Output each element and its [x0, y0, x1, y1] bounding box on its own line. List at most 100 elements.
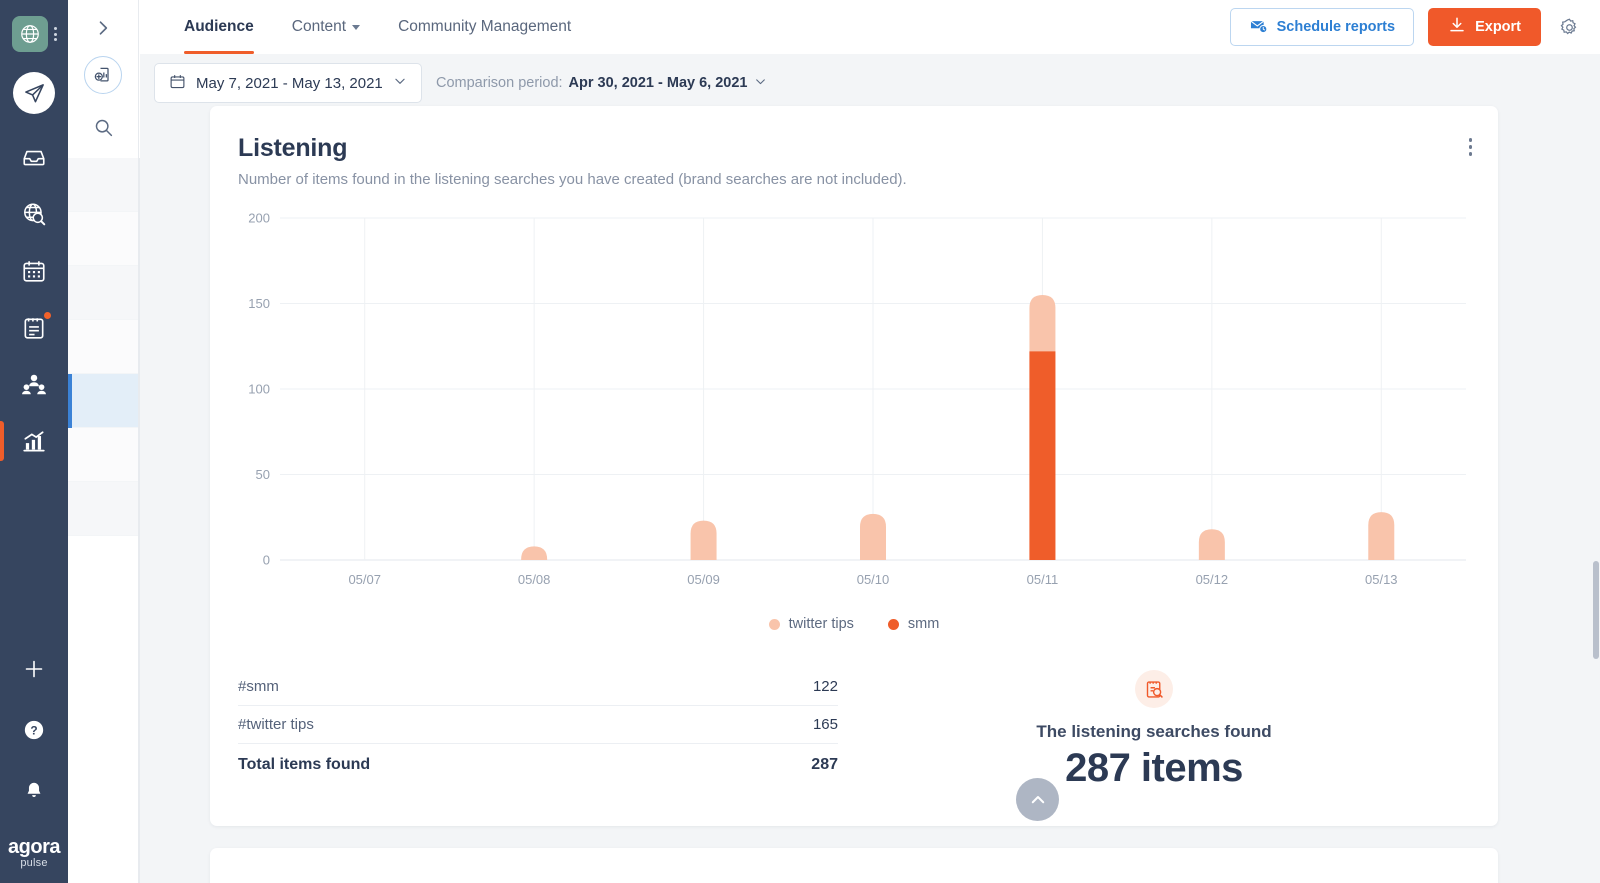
next-card-peek	[210, 848, 1498, 883]
secondary-panel	[68, 0, 139, 883]
summary-panel: The listening searches found 287 items	[838, 668, 1470, 791]
sidebar-item-reports[interactable]	[0, 413, 68, 470]
table-row-label: #twitter tips	[238, 716, 314, 733]
report-add-icon[interactable]	[84, 56, 122, 94]
rail-top	[11, 0, 57, 114]
summary-label: The listening searches found	[1036, 722, 1272, 741]
svg-text:05/09: 05/09	[687, 572, 720, 587]
top-navigation-bar: Audience Content Community Management Sc…	[140, 0, 1600, 54]
search-icon[interactable]	[68, 102, 138, 152]
svg-text:05/07: 05/07	[348, 572, 381, 587]
left-rail: ? agora pulse	[0, 0, 68, 883]
svg-text:150: 150	[248, 296, 270, 311]
total-label: Total items found	[238, 756, 371, 773]
date-range-value: May 7, 2021 - May 13, 2021	[196, 74, 383, 92]
calendar-icon	[169, 73, 186, 94]
tab-audience[interactable]: Audience	[184, 0, 254, 54]
sidebar-item-tasks[interactable]	[0, 299, 68, 356]
table-row-total: Total items found 287	[238, 744, 838, 786]
app-root: ? agora pulse Audience Content Community…	[0, 0, 1600, 883]
card-footer: #smm 122 #twitter tips 165 Total items f…	[210, 632, 1498, 791]
table-row-value: 165	[812, 716, 838, 733]
date-range-picker[interactable]: May 7, 2021 - May 13, 2021	[154, 63, 422, 103]
table-row: #smm 122	[238, 668, 838, 706]
total-value: 287	[811, 756, 838, 773]
legend-label: smm	[907, 616, 940, 632]
chart-legend: twitter tips smm	[210, 616, 1498, 632]
rail-more-icon[interactable]	[53, 27, 57, 41]
tab-community-management-label: Community Management	[398, 18, 572, 35]
add-icon[interactable]	[0, 640, 68, 697]
bell-icon[interactable]	[0, 762, 68, 819]
tab-audience-label: Audience	[184, 18, 254, 35]
card-subtitle: Number of items found in the listening s…	[238, 171, 907, 188]
listening-search-icon	[1135, 670, 1173, 708]
globe-network-icon[interactable]	[11, 16, 48, 52]
more-vertical-icon[interactable]	[1465, 134, 1477, 160]
list-item[interactable]	[68, 212, 138, 266]
page-title: Listening	[238, 134, 348, 162]
nav-tabs: Audience Content Community Management	[184, 0, 571, 54]
svg-text:05/13: 05/13	[1365, 572, 1398, 587]
listening-chart: 0 50 100 150 200 05/07 05/08 05/09 05/10 05/11 05/…	[238, 210, 1470, 610]
table-row-label: #smm	[238, 678, 279, 695]
top-actions: Schedule reports Export	[1229, 8, 1584, 46]
card-header: Listening Number of items found in the l…	[210, 106, 1498, 188]
sidebar-item-publishing[interactable]	[0, 242, 68, 299]
schedule-reports-button[interactable]: Schedule reports	[1229, 8, 1415, 46]
svg-text:?: ?	[30, 723, 37, 737]
tab-content-label: Content	[291, 18, 347, 35]
comparison-period-selector[interactable]: Comparison period: Apr 30, 2021 - May 6,…	[436, 75, 767, 92]
svg-text:05/08: 05/08	[518, 572, 551, 587]
export-button[interactable]: Export	[1428, 8, 1541, 46]
sidebar-item-fans[interactable]	[0, 356, 68, 413]
list-item[interactable]	[68, 428, 138, 482]
question-circle-icon[interactable]: ?	[0, 701, 68, 758]
svg-text:50: 50	[256, 467, 270, 482]
page-scrollbar-track[interactable]	[1592, 106, 1600, 883]
logo-agora: agora	[8, 836, 60, 858]
logo-pulse: pulse	[20, 857, 48, 869]
chart-svg: 0 50 100 150 200 05/07 05/08 05/09 05/10 05/11 05/…	[248, 211, 1466, 587]
schedule-reports-label: Schedule reports	[1276, 19, 1396, 35]
panel-blurred-list	[68, 158, 138, 883]
tab-community-management[interactable]: Community Management	[398, 0, 571, 54]
page-scrollbar-thumb[interactable]	[1593, 561, 1599, 659]
list-item[interactable]	[68, 158, 138, 212]
svg-text:200: 200	[248, 211, 270, 226]
svg-text:0: 0	[263, 553, 270, 568]
summary-value: 287 items	[1065, 746, 1243, 790]
filter-bar: May 7, 2021 - May 13, 2021 Comparison pe…	[140, 54, 1600, 112]
svg-text:05/12: 05/12	[1196, 572, 1229, 587]
sidebar-item-inbox[interactable]	[0, 128, 68, 185]
download-icon	[1448, 16, 1466, 38]
tasks-badge-dot	[43, 311, 52, 320]
svg-text:05/10: 05/10	[857, 572, 890, 587]
legend-item-twitter-tips[interactable]: twitter tips	[768, 616, 854, 632]
comparison-period-label: Comparison period:	[436, 75, 563, 91]
sidebar-item-listening[interactable]	[0, 185, 68, 242]
legend-item-smm[interactable]: smm	[887, 616, 940, 632]
main-area: Audience Content Community Management Sc…	[140, 0, 1600, 883]
chevron-right-icon[interactable]	[68, 0, 138, 56]
list-item[interactable]	[68, 482, 138, 536]
paper-plane-icon[interactable]	[13, 72, 55, 114]
agorapulse-logo: agora pulse	[8, 837, 60, 869]
list-item[interactable]	[68, 374, 138, 428]
export-label: Export	[1475, 19, 1521, 35]
svg-text:05/11: 05/11	[1027, 572, 1059, 587]
mail-clock-icon	[1249, 16, 1268, 39]
table-row: #twitter tips 165	[238, 706, 838, 744]
list-item[interactable]	[68, 320, 138, 374]
legend-color-swatch	[768, 618, 780, 630]
rail-bottom: ? agora pulse	[0, 640, 68, 883]
listening-card: Listening Number of items found in the l…	[210, 106, 1498, 826]
scroll-to-top-button[interactable]	[1016, 778, 1059, 821]
comparison-period-value: Apr 30, 2021 - May 6, 2021	[568, 75, 748, 91]
tab-content[interactable]: Content	[291, 0, 361, 54]
breakdown-table: #smm 122 #twitter tips 165 Total items f…	[238, 668, 838, 791]
gear-icon[interactable]	[1555, 13, 1584, 42]
chevron-down-icon	[754, 75, 767, 92]
legend-label: twitter tips	[788, 616, 854, 632]
list-item[interactable]	[68, 266, 138, 320]
